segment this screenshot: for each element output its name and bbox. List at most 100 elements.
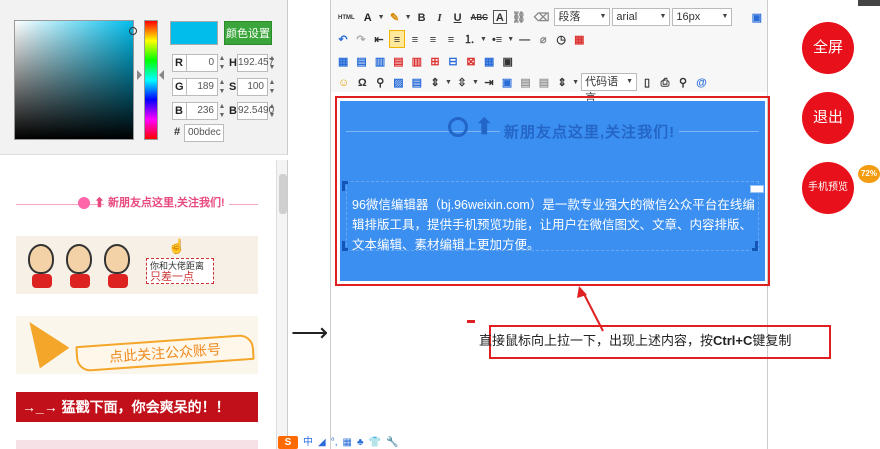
delete-table-icon[interactable]: ⊠ bbox=[463, 52, 479, 70]
chevron-down-icon[interactable]: ▼ bbox=[480, 36, 487, 43]
row-spacing-icon[interactable]: ⇕ bbox=[554, 73, 570, 91]
template-follow-banner[interactable]: ⬆ 新朋友点这里,关注我们! bbox=[16, 190, 258, 220]
underline-button[interactable]: U bbox=[450, 8, 466, 26]
ime-item[interactable]: 🔧 bbox=[386, 436, 398, 449]
highlight-icon[interactable]: ✎ bbox=[387, 8, 403, 26]
preview-icon[interactable]: ⚲ bbox=[675, 73, 691, 91]
emoji-icon[interactable]: ☺ bbox=[335, 73, 352, 91]
split-cells-icon[interactable]: ⊟ bbox=[445, 52, 461, 70]
ime-item[interactable]: 中 bbox=[303, 436, 313, 449]
chevron-down-icon[interactable]: ▼ bbox=[507, 36, 514, 43]
r-input[interactable]: 0 bbox=[186, 54, 218, 72]
exit-button[interactable]: 退出 bbox=[802, 92, 854, 144]
chevron-down-icon[interactable]: ▼ bbox=[572, 79, 579, 86]
paragraph-spacing-icon[interactable]: ⇳ bbox=[454, 73, 470, 91]
bold-button[interactable]: B bbox=[414, 8, 430, 26]
undo-icon[interactable]: ↶ bbox=[335, 30, 351, 48]
chevron-down-icon[interactable]: ▼ bbox=[405, 14, 412, 21]
chevron-down-icon[interactable]: ▼ bbox=[378, 14, 385, 21]
float-right-icon[interactable]: ▤ bbox=[536, 73, 552, 91]
table-props-icon[interactable]: ▦ bbox=[481, 52, 497, 70]
template-red-banner[interactable]: →_→ 猛戳下面，你会爽呆的！！ bbox=[16, 392, 258, 422]
align-right-icon[interactable]: ≡ bbox=[425, 30, 441, 48]
selected-content-block[interactable]: ⬆ 新朋友点这里,关注我们! 96微信编辑器（bj.96weixin.com）是… bbox=[340, 101, 765, 281]
s-input[interactable]: 100 bbox=[237, 78, 268, 96]
merge-cells-icon[interactable]: ⊞ bbox=[427, 52, 443, 70]
new-doc-icon[interactable]: ▯ bbox=[639, 73, 655, 91]
mobile-preview-button[interactable]: 手机预览 bbox=[802, 162, 854, 214]
delete-row-icon[interactable]: ▤ bbox=[390, 52, 406, 70]
insert-col-icon[interactable]: ▥ bbox=[372, 52, 388, 70]
blue-input[interactable]: 236 bbox=[186, 102, 218, 120]
eraser-icon[interactable]: ⌫ bbox=[531, 8, 553, 26]
align-left-icon[interactable]: ≡ bbox=[389, 30, 405, 48]
hue-slider[interactable] bbox=[144, 20, 158, 140]
template-partial[interactable] bbox=[16, 440, 258, 449]
font-color-button[interactable]: A bbox=[360, 8, 376, 26]
ordered-list-icon[interactable]: ⒈ bbox=[461, 30, 478, 48]
text-box-icon[interactable]: A bbox=[492, 10, 507, 24]
link-icon[interactable]: ⛓ bbox=[509, 8, 529, 26]
hex-input[interactable]: 00bdec bbox=[184, 124, 224, 142]
image-icon[interactable]: ▨ bbox=[390, 73, 406, 91]
insert-row-icon[interactable]: ▤ bbox=[353, 52, 369, 70]
template-boss-distance[interactable]: ☝ 你和大佬距离 只差一点 bbox=[16, 236, 258, 294]
set-color-button[interactable]: 颜色设置 bbox=[224, 21, 272, 45]
font-family-select[interactable]: arial ▼ bbox=[612, 8, 671, 26]
line-height-icon[interactable]: ⇕ bbox=[427, 73, 443, 91]
redo-icon[interactable]: ↷ bbox=[353, 30, 369, 48]
save-icon[interactable]: ▤ bbox=[409, 73, 425, 91]
r-spinner[interactable]: ▲ ▼ bbox=[218, 54, 226, 72]
indent-left-icon[interactable]: ⇥ bbox=[481, 73, 497, 91]
html-button[interactable]: HTML bbox=[335, 8, 358, 26]
g-spinner[interactable]: ▲ ▼ bbox=[218, 78, 226, 96]
paragraph-select[interactable]: 段落 ▼ bbox=[554, 8, 611, 26]
fullscreen-icon[interactable]: ▣ bbox=[749, 8, 765, 26]
ime-logo-icon[interactable]: S bbox=[278, 436, 298, 449]
ime-item[interactable]: ▦ bbox=[342, 436, 351, 449]
h-spinner[interactable]: ▲ ▼ bbox=[268, 54, 276, 72]
table-icon[interactable]: ▦ bbox=[335, 52, 351, 70]
chevron-down-icon[interactable]: ▼ bbox=[472, 79, 479, 86]
strikethrough-button[interactable]: ABC bbox=[468, 8, 491, 26]
unordered-list-icon[interactable]: •≡ bbox=[489, 30, 505, 48]
brightness-spinner[interactable]: ▲ ▼ bbox=[268, 102, 276, 120]
align-center-icon[interactable]: ≡ bbox=[407, 30, 423, 48]
s-spinner[interactable]: ▲ ▼ bbox=[268, 78, 276, 96]
time-icon[interactable]: ◷ bbox=[553, 30, 569, 48]
g-input[interactable]: 189 bbox=[186, 78, 218, 96]
ime-item[interactable]: °, bbox=[331, 436, 338, 449]
font-size-select[interactable]: 16px ▼ bbox=[672, 8, 733, 26]
template-paper-plane[interactable]: 点此关注公众账号 bbox=[14, 311, 258, 374]
follow-banner-text: 新朋友点这里,关注我们! bbox=[104, 194, 229, 210]
picker-handle[interactable] bbox=[129, 27, 137, 35]
horizontal-rule-icon[interactable]: — bbox=[516, 30, 533, 48]
word-count-icon[interactable]: @ bbox=[693, 73, 710, 91]
chevron-down-icon[interactable]: ▼ bbox=[445, 79, 452, 86]
italic-button[interactable]: I bbox=[432, 8, 448, 26]
ime-item[interactable]: 👕 bbox=[369, 436, 381, 449]
cell-align-icon[interactable]: ▣ bbox=[499, 52, 515, 70]
template-scrollbar[interactable] bbox=[276, 160, 287, 449]
date-icon[interactable]: ▦ bbox=[571, 30, 587, 48]
blue-spinner[interactable]: ▲ ▼ bbox=[218, 102, 226, 120]
h-input[interactable]: 192.457 bbox=[237, 54, 274, 72]
clear-format-icon[interactable]: ⌀ bbox=[535, 30, 551, 48]
color-picker-panel: 颜色设置 R R 0 ▲▼ H 192.457 ▲▼ G 189 ▲▼ S 10… bbox=[0, 0, 288, 155]
saturation-value-picker[interactable] bbox=[14, 20, 137, 140]
resize-handle[interactable] bbox=[750, 185, 764, 193]
delete-col-icon[interactable]: ▥ bbox=[409, 52, 425, 70]
special-char-button[interactable]: Ω bbox=[354, 73, 370, 91]
search-icon[interactable]: ⚲ bbox=[372, 73, 388, 91]
code-language-select[interactable]: 代码语言 ▼ bbox=[581, 73, 638, 104]
align-justify-icon[interactable]: ≡ bbox=[443, 30, 459, 48]
fullscreen-button[interactable]: 全屏 bbox=[802, 22, 854, 74]
brightness-input[interactable]: 92.5490 bbox=[237, 102, 274, 120]
indent-icon[interactable]: ⇤ bbox=[371, 30, 387, 48]
scrollbar-thumb[interactable] bbox=[279, 174, 287, 214]
float-left-icon[interactable]: ▤ bbox=[517, 73, 533, 91]
print-icon[interactable]: ⎙ bbox=[657, 73, 673, 91]
insert-image-icon[interactable]: ▣ bbox=[499, 73, 515, 91]
ime-item[interactable]: ♣ bbox=[357, 436, 364, 449]
ime-item[interactable]: ◢ bbox=[318, 436, 326, 449]
